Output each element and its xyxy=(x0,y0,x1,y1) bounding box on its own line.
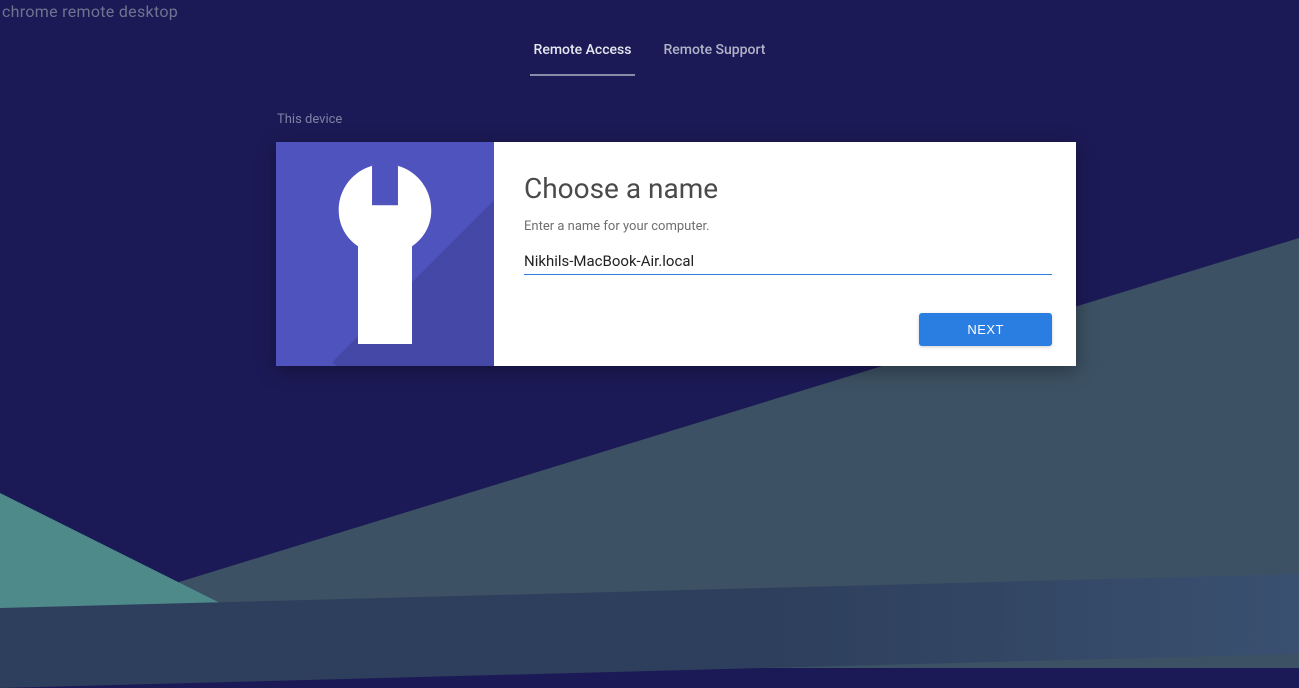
tab-remote-access[interactable]: Remote Access xyxy=(530,34,636,76)
section-label-this-device: This device xyxy=(277,112,342,127)
card-actions: NEXT xyxy=(524,295,1052,346)
card-illustration-panel xyxy=(276,142,494,366)
card-subtitle: Enter a name for your computer. xyxy=(524,219,1052,234)
tab-bar: Remote Access Remote Support xyxy=(0,0,1299,76)
card-content: Choose a name Enter a name for your comp… xyxy=(494,142,1076,366)
setup-card: Choose a name Enter a name for your comp… xyxy=(276,142,1076,366)
app-title: chrome remote desktop xyxy=(2,2,178,21)
computer-name-input[interactable] xyxy=(524,248,1052,275)
card-title: Choose a name xyxy=(524,172,1052,205)
tab-remote-support[interactable]: Remote Support xyxy=(659,34,769,76)
next-button[interactable]: NEXT xyxy=(919,313,1052,346)
wrench-icon xyxy=(320,164,450,344)
